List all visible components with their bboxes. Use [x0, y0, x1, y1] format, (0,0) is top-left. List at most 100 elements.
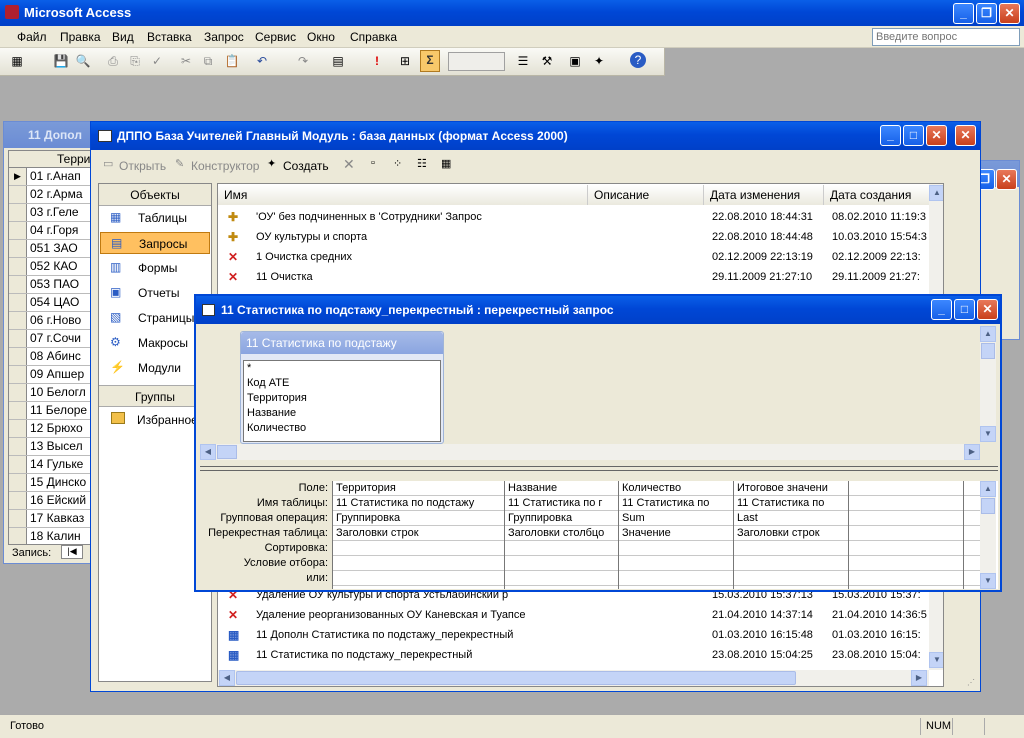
record-selector[interactable] [9, 276, 27, 293]
record-selector[interactable] [9, 348, 27, 365]
create-button[interactable]: Создать [283, 159, 329, 173]
column-description[interactable]: Описание [588, 185, 704, 205]
grid-cell[interactable] [734, 556, 849, 571]
menu-item-edit[interactable]: Правка [60, 30, 101, 44]
list-icon[interactable]: ☷ [417, 157, 427, 170]
menu-item-window[interactable]: Окно [307, 30, 335, 44]
grid-cell[interactable] [849, 496, 964, 511]
record-selector[interactable] [9, 438, 27, 455]
record-selector[interactable] [9, 222, 27, 239]
column-name[interactable]: Имя [218, 185, 588, 205]
grid-cell[interactable] [505, 556, 619, 571]
totals-icon[interactable]: Σ [420, 50, 440, 72]
grid-column[interactable]: Территория 11 Статистика по подстажу Групп… [332, 481, 505, 589]
record-selector[interactable] [9, 312, 27, 329]
grid-column[interactable] [848, 481, 964, 589]
builder-icon[interactable]: ⚒ [538, 52, 556, 70]
object-queries[interactable]: ▤ Запросы [100, 232, 210, 254]
table-field[interactable]: * [247, 361, 251, 376]
form-record-row[interactable]: 04 г.Горя [9, 222, 93, 240]
paste-icon[interactable]: 📋 [223, 52, 241, 70]
form-record-row[interactable]: 02 г.Арма [9, 186, 93, 204]
table-field[interactable]: Территория [247, 391, 307, 406]
maximize-icon[interactable]: □ [903, 125, 924, 146]
grid-cell[interactable]: 11 Статистика по подстажу [333, 496, 505, 511]
grid-cell[interactable] [849, 481, 964, 496]
menu-item-query[interactable]: Запрос [204, 30, 244, 44]
record-selector[interactable] [9, 204, 27, 221]
grid-cell[interactable] [333, 556, 505, 571]
query-row[interactable]: ✚ ОУ культуры и спорта 22.08.2010 18:44:48… [218, 227, 931, 247]
grid-column[interactable]: Название 11 Статистика по г Группировка Заг… [504, 481, 619, 589]
grid-cell[interactable]: Название [505, 481, 619, 496]
close-icon[interactable]: ✕ [996, 169, 1017, 190]
grid-cell[interactable]: 11 Статистика по [619, 496, 734, 511]
minimize-icon[interactable]: _ [931, 299, 952, 320]
grid-cell[interactable]: Группировка [333, 511, 505, 526]
grid-cell[interactable] [964, 571, 981, 586]
menu-item-insert[interactable]: Вставка [147, 30, 192, 44]
small-icons-icon[interactable]: ⁘ [393, 157, 402, 170]
query-row[interactable]: ✕ 1 Очистка средних 02.12.2009 22:13:19 02.… [218, 247, 931, 267]
run-icon[interactable]: ! [368, 52, 386, 70]
query-row[interactable]: ✕ Удаление реорганизованных ОУ Каневская … [218, 605, 931, 625]
menu-item-help[interactable]: Справка [350, 30, 397, 44]
form-record-row[interactable]: 03 г.Геле [9, 204, 93, 222]
design-button[interactable]: Конструктор [191, 159, 259, 173]
form-record-row[interactable]: 15 Динско [9, 474, 93, 492]
grid-cell[interactable] [964, 481, 981, 496]
form-record-row[interactable]: 09 Апшер [9, 366, 93, 384]
record-selector[interactable] [9, 186, 27, 203]
resize-grip[interactable]: ⋰ [967, 678, 977, 688]
design-icon[interactable]: ✎ [175, 157, 184, 170]
grid-cell[interactable] [964, 541, 981, 556]
open-button[interactable]: Открыть [119, 159, 166, 173]
form-record-row[interactable]: 051 ЗАО [9, 240, 93, 258]
grid-vscroll[interactable]: ▲ ▼ [980, 481, 996, 589]
new-object-icon[interactable]: ✦ [590, 52, 608, 70]
grid-cell[interactable]: Значение [619, 526, 734, 541]
grid-cell[interactable] [619, 556, 734, 571]
grid-cell[interactable]: 11 Статистика по [734, 496, 849, 511]
form-record-row[interactable]: 14 Гулькe [9, 456, 93, 474]
copy-icon[interactable]: ⧉ [199, 52, 217, 70]
grid-cell[interactable]: Территория [333, 481, 505, 496]
grid-column[interactable]: Количество 11 Статистика по Sum Значение [618, 481, 734, 589]
form-record-row[interactable]: 054 ЦАО [9, 294, 93, 312]
record-selector[interactable] [9, 384, 27, 401]
grid-cell[interactable]: Заголовки столбцо [505, 526, 619, 541]
object-tables[interactable]: ▦ Таблицы [100, 207, 210, 229]
close-icon[interactable]: ✕ [926, 125, 947, 146]
record-selector[interactable] [9, 294, 27, 311]
details-icon[interactable]: ▦ [441, 157, 451, 170]
form-record-row[interactable]: 07 г.Сочи [9, 330, 93, 348]
form-record-row[interactable]: 06 г.Ново [9, 312, 93, 330]
record-selector[interactable] [9, 456, 27, 473]
preview-icon[interactable]: ⎘ [126, 52, 144, 70]
table-field[interactable]: Код АТЕ [247, 376, 289, 391]
object-forms[interactable]: ▥ Формы [100, 257, 210, 279]
grid-cell[interactable] [505, 571, 619, 586]
grid-cell[interactable] [964, 526, 981, 541]
grid-cell[interactable] [505, 541, 619, 556]
show-table-icon[interactable]: ⊞ [396, 52, 414, 70]
form-record-row[interactable]: 17 Кавказ [9, 510, 93, 528]
minimize-icon[interactable]: _ [880, 125, 901, 146]
redo-icon[interactable]: ↷ [294, 52, 312, 70]
close-icon[interactable]: ✕ [999, 3, 1020, 24]
menu-item-tools[interactable]: Сервис [255, 30, 296, 44]
grid-cell[interactable]: Группировка [505, 511, 619, 526]
grid-cell[interactable] [849, 526, 964, 541]
grid-cell[interactable]: 11 Статистика по г [505, 496, 619, 511]
grid-cell[interactable]: Sum [619, 511, 734, 526]
grid-cell[interactable] [333, 541, 505, 556]
form-record-row[interactable]: ▶ 01 г.Анап [9, 168, 93, 186]
record-selector[interactable] [9, 366, 27, 383]
record-selector[interactable] [9, 492, 27, 509]
grid-cell[interactable] [849, 556, 964, 571]
maximize-icon[interactable]: □ [954, 299, 975, 320]
column-created[interactable]: Дата создания [824, 185, 931, 205]
grid-cell[interactable]: Заголовки строк [734, 526, 849, 541]
grid-cell[interactable] [849, 571, 964, 586]
grid-cell[interactable] [734, 571, 849, 586]
